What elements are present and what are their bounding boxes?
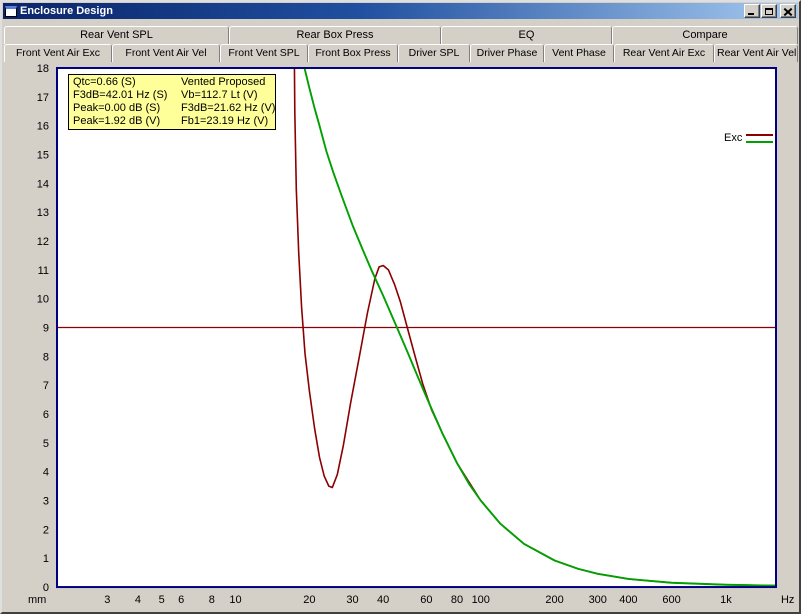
x-tick-label: 3 bbox=[104, 594, 110, 606]
info-line-peak-sealed: Peak=0.00 dB (S) bbox=[73, 102, 175, 115]
tab-rear-vent-spl[interactable]: Rear Vent SPL bbox=[4, 26, 229, 44]
chart-legend: Exc bbox=[724, 132, 773, 144]
x-tick-label: 6 bbox=[178, 594, 184, 606]
x-tick-label: 600 bbox=[662, 594, 680, 606]
chart-panel: 345681020304060801002003004006001k012345… bbox=[2, 62, 799, 612]
window-title: Enclosure Design bbox=[20, 5, 741, 17]
x-tick-label: 200 bbox=[545, 594, 563, 606]
tab-rear-vent-air-exc[interactable]: Rear Vent Air Exc bbox=[614, 44, 714, 62]
tab-strip: Rear Vent SPLRear Box PressEQCompare Fro… bbox=[2, 20, 799, 62]
info-line-f3db-sealed: F3dB=42.01 Hz (S) bbox=[73, 89, 175, 102]
y-axis-unit-label: mm bbox=[28, 594, 46, 606]
y-tick-label: 14 bbox=[37, 178, 49, 190]
sealed-series-legend-line bbox=[746, 141, 773, 143]
tab-driver-phase[interactable]: Driver Phase bbox=[470, 44, 544, 62]
tab-front-vent-air-vel[interactable]: Front Vent Air Vel bbox=[112, 44, 220, 62]
vented-series-legend-line bbox=[746, 134, 773, 136]
app-icon bbox=[5, 6, 17, 17]
enclosure-design-window: Enclosure Design Rear Vent SPLRear Box P… bbox=[0, 0, 801, 614]
y-tick-label: 15 bbox=[37, 149, 49, 161]
y-tick-label: 13 bbox=[37, 207, 49, 219]
tab-row-2: Front Vent Air ExcFront Vent Air VelFron… bbox=[4, 44, 797, 62]
x-tick-label: 60 bbox=[420, 594, 432, 606]
y-tick-label: 11 bbox=[38, 265, 49, 277]
window-controls bbox=[744, 4, 796, 18]
tab-compare[interactable]: Compare bbox=[612, 26, 798, 44]
minimize-icon bbox=[748, 13, 754, 15]
tab-rear-box-press[interactable]: Rear Box Press bbox=[229, 26, 441, 44]
tab-front-box-press[interactable]: Front Box Press bbox=[308, 44, 398, 62]
x-tick-label: 1k bbox=[720, 594, 732, 606]
x-tick-label: 5 bbox=[159, 594, 165, 606]
y-tick-label: 4 bbox=[43, 467, 49, 479]
info-box-right-column: Vented Proposed Vb=112.7 Lt (V) F3dB=21.… bbox=[181, 76, 275, 128]
tab-driver-spl[interactable]: Driver SPL bbox=[398, 44, 470, 62]
x-tick-label: 8 bbox=[209, 594, 215, 606]
legend-label: Exc bbox=[724, 132, 742, 144]
info-line-qtc: Qtc=0.66 (S) bbox=[73, 76, 175, 89]
tab-eq[interactable]: EQ bbox=[441, 26, 612, 44]
y-tick-label: 2 bbox=[43, 524, 49, 536]
y-tick-label: 3 bbox=[43, 496, 49, 508]
x-tick-label: 10 bbox=[229, 594, 241, 606]
info-line-vented-proposed: Vented Proposed bbox=[181, 76, 275, 89]
x-tick-label: 400 bbox=[619, 594, 637, 606]
y-tick-label: 18 bbox=[37, 63, 49, 75]
close-button[interactable] bbox=[780, 4, 796, 18]
excursion-chart: 345681020304060801002003004006001k012345… bbox=[2, 62, 799, 612]
y-tick-label: 6 bbox=[43, 409, 49, 421]
title-bar[interactable]: Enclosure Design bbox=[3, 3, 798, 19]
y-tick-label: 7 bbox=[43, 380, 49, 392]
x-tick-label: 80 bbox=[451, 594, 463, 606]
info-line-peak-vented: Peak=1.92 dB (V) bbox=[73, 115, 175, 128]
x-axis-unit-label: Hz bbox=[781, 594, 794, 606]
tab-row-1: Rear Vent SPLRear Box PressEQCompare bbox=[4, 26, 797, 44]
y-tick-label: 8 bbox=[43, 351, 49, 363]
x-tick-label: 4 bbox=[135, 594, 141, 606]
info-box-left-column: Qtc=0.66 (S) F3dB=42.01 Hz (S) Peak=0.00… bbox=[73, 76, 175, 128]
y-tick-label: 1 bbox=[43, 553, 49, 565]
legend-lines bbox=[746, 134, 773, 143]
y-tick-label: 9 bbox=[43, 323, 49, 335]
tab-front-vent-spl[interactable]: Front Vent SPL bbox=[220, 44, 308, 62]
y-tick-label: 10 bbox=[37, 294, 49, 306]
tab-front-vent-air-exc[interactable]: Front Vent Air Exc bbox=[4, 44, 112, 62]
y-tick-label: 17 bbox=[37, 92, 49, 104]
minimize-button[interactable] bbox=[744, 4, 760, 18]
y-tick-label: 5 bbox=[43, 438, 49, 450]
info-line-vb: Vb=112.7 Lt (V) bbox=[181, 89, 275, 102]
tab-vent-phase[interactable]: Vent Phase bbox=[544, 44, 614, 62]
x-tick-label: 40 bbox=[377, 594, 389, 606]
y-tick-label: 0 bbox=[43, 582, 49, 594]
x-tick-label: 100 bbox=[472, 594, 490, 606]
info-line-fb1: Fb1=23.19 Hz (V) bbox=[181, 115, 275, 128]
maximize-icon bbox=[765, 8, 773, 15]
x-tick-label: 20 bbox=[303, 594, 315, 606]
info-line-f3db-vented: F3dB=21.62 Hz (V) bbox=[181, 102, 275, 115]
close-icon bbox=[783, 7, 793, 16]
tab-rear-vent-air-vel[interactable]: Rear Vent Air Vel bbox=[714, 44, 798, 62]
maximize-button[interactable] bbox=[761, 4, 777, 18]
y-tick-label: 16 bbox=[37, 121, 49, 133]
y-tick-label: 12 bbox=[37, 236, 49, 248]
x-tick-label: 30 bbox=[346, 594, 358, 606]
x-tick-label: 300 bbox=[589, 594, 607, 606]
parameters-info-box: Qtc=0.66 (S) F3dB=42.01 Hz (S) Peak=0.00… bbox=[68, 74, 276, 130]
